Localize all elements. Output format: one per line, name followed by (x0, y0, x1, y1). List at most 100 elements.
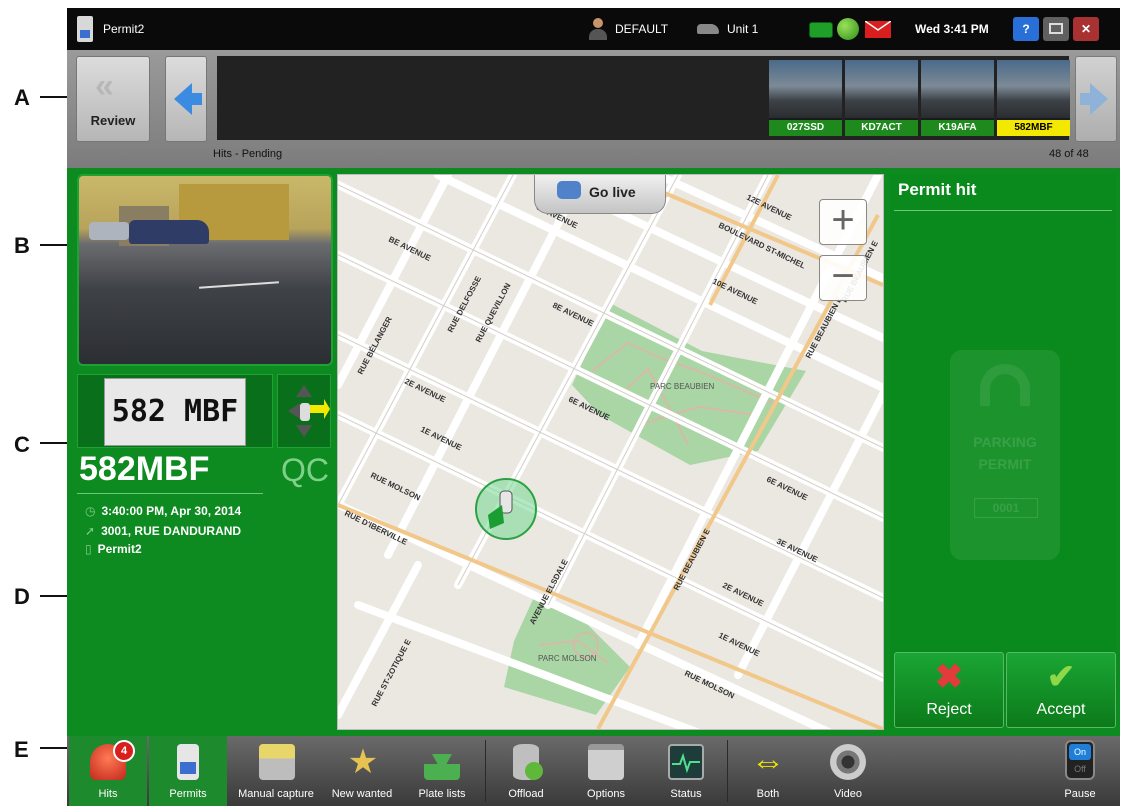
user-icon (589, 18, 607, 40)
callout-c: C (14, 432, 30, 457)
plate-image-panel[interactable]: 582 MBF (77, 374, 273, 448)
zoom-in-button[interactable]: + (819, 199, 867, 245)
thumb-image (845, 60, 918, 118)
review-button[interactable]: « Review (76, 56, 150, 142)
thumb-image (997, 60, 1070, 118)
review-label: Review (90, 113, 136, 128)
callout-a: A (14, 85, 30, 110)
pause-toggle-icon: On Off (1065, 740, 1095, 780)
clock-icon: ◷ (85, 504, 96, 518)
reject-label: Reject (926, 701, 972, 718)
new-wanted-label: New wanted (331, 788, 393, 800)
zoom-out-button[interactable]: − (819, 255, 867, 301)
street-label: BE AVENUE (387, 235, 433, 263)
app-window: Permit2 DEFAULT Unit 1 Wed 3:41 PM ? ✕ «… (67, 8, 1120, 806)
help-button[interactable]: ? (1013, 17, 1039, 41)
go-live-label: Go live (589, 184, 636, 200)
window-button[interactable] (1043, 17, 1069, 41)
read-address: ➚ 3001, RUE DANDURAND (85, 524, 242, 538)
heartbeat-monitor-icon (668, 744, 704, 780)
offload-database-icon (513, 744, 543, 780)
manual-capture-button[interactable]: Manual capture (231, 736, 321, 806)
hits-button[interactable]: 4 Hits (69, 736, 147, 806)
plate-underline (77, 492, 263, 494)
close-icon: ✕ (1080, 22, 1092, 36)
callout-d: D (14, 584, 30, 609)
accept-check-icon: ✔ (1046, 658, 1076, 696)
go-live-icon (557, 181, 581, 199)
hits-strip: « Review 027SSD KD7ACT K19AFA 582MBF Hit… (67, 50, 1120, 168)
accept-button[interactable]: ✔ Accept (1006, 652, 1116, 728)
street-map: 12E AVENUE 10E AVENUE BOULEVARD ST-MICHE… (338, 175, 883, 729)
status-button[interactable]: Status (647, 736, 725, 806)
thumbnail-strip: 027SSD KD7ACT K19AFA 582MBF (217, 56, 1070, 140)
video-button[interactable]: Video (809, 736, 887, 806)
permit-app-icon (77, 16, 93, 42)
hit-thumbnail[interactable]: KD7ACT (845, 60, 918, 136)
window-icon (1049, 23, 1063, 34)
video-label: Video (834, 788, 862, 800)
plate-number: 582MBF (79, 450, 210, 488)
hit-thumbnail-selected[interactable]: 582MBF (997, 60, 1070, 136)
app-title: Permit2 (103, 22, 145, 36)
reject-button[interactable]: ✖ Reject (894, 652, 1004, 728)
go-live-button[interactable]: Go live (534, 175, 666, 214)
thumb-plate: 027SSD (769, 120, 842, 136)
close-button[interactable]: ✕ (1073, 17, 1099, 41)
thumb-image (769, 60, 842, 118)
street-label: RUE MOLSON (369, 471, 422, 503)
unit-name: Unit 1 (727, 22, 759, 36)
plate-lists-label: Plate lists (418, 788, 466, 800)
permit-icon: ▯ (85, 542, 92, 556)
park-label: PARC BEAUBIEN (650, 382, 715, 391)
thumb-plate: KD7ACT (845, 120, 918, 136)
thumb-plate: K19AFA (921, 120, 994, 136)
main-area: 582 MBF 582MBF QC ◷ 3:40:00 PM, Apr 30, 2… (67, 168, 1120, 736)
plate-image: 582 MBF (104, 378, 246, 446)
download-list-icon (424, 744, 460, 780)
strip-count: 48 of 48 (1049, 148, 1089, 160)
hits-badge: 4 (113, 740, 135, 762)
status-label: Status (670, 788, 702, 800)
hit-thumbnail[interactable]: K19AFA (921, 60, 994, 136)
new-wanted-button[interactable]: ★ New wanted (321, 736, 403, 806)
permits-label: Permits (169, 788, 207, 800)
vehicle-direction-icon (288, 385, 330, 437)
rewind-icon: « (95, 67, 114, 105)
mail-icon[interactable] (865, 21, 891, 38)
permits-button[interactable]: Permits (149, 736, 227, 806)
toolbar-divider (727, 740, 728, 802)
map-view[interactable]: 12E AVENUE 10E AVENUE BOULEVARD ST-MICHE… (337, 174, 884, 730)
title-bar: Permit2 DEFAULT Unit 1 Wed 3:41 PM ? ✕ (67, 8, 1120, 50)
both-directions-icon: ⇔ (751, 743, 785, 781)
toolbar-divider (485, 740, 486, 802)
options-button[interactable]: Options (567, 736, 645, 806)
read-time: ◷ 3:40:00 PM, Apr 30, 2014 (85, 504, 242, 518)
plate-region: QC (281, 452, 329, 488)
thumb-plate: 582MBF (997, 120, 1070, 136)
parking-permit-watermark: PARKING PERMIT 0001 (950, 350, 1060, 560)
both-label: Both (756, 788, 780, 800)
next-hit-button[interactable] (1075, 56, 1117, 142)
context-photo[interactable] (77, 174, 333, 366)
pause-button[interactable]: On Off Pause (1041, 736, 1119, 806)
accept-label: Accept (1036, 701, 1086, 718)
prev-hit-button[interactable] (165, 56, 207, 142)
user-name: DEFAULT (615, 22, 669, 36)
plate-lists-button[interactable]: Plate lists (403, 736, 481, 806)
thumb-image (921, 60, 994, 118)
both-button[interactable]: ⇔ Both (729, 736, 807, 806)
gps-globe-icon (837, 18, 859, 40)
pause-label: Pause (1064, 788, 1096, 800)
reject-x-icon: ✖ (934, 658, 964, 696)
hits-label: Hits (98, 788, 118, 800)
park-label: PARC MOLSON (538, 654, 597, 663)
location-icon: ➚ (85, 524, 96, 538)
hit-thumbnail[interactable]: 027SSD (769, 60, 842, 136)
locate-vehicle-button[interactable] (277, 374, 331, 448)
offload-button[interactable]: Offload (487, 736, 565, 806)
camera-status-icon (809, 22, 833, 38)
options-panel-icon (588, 744, 624, 780)
offload-label: Offload (508, 788, 544, 800)
callout-b: B (14, 233, 30, 258)
